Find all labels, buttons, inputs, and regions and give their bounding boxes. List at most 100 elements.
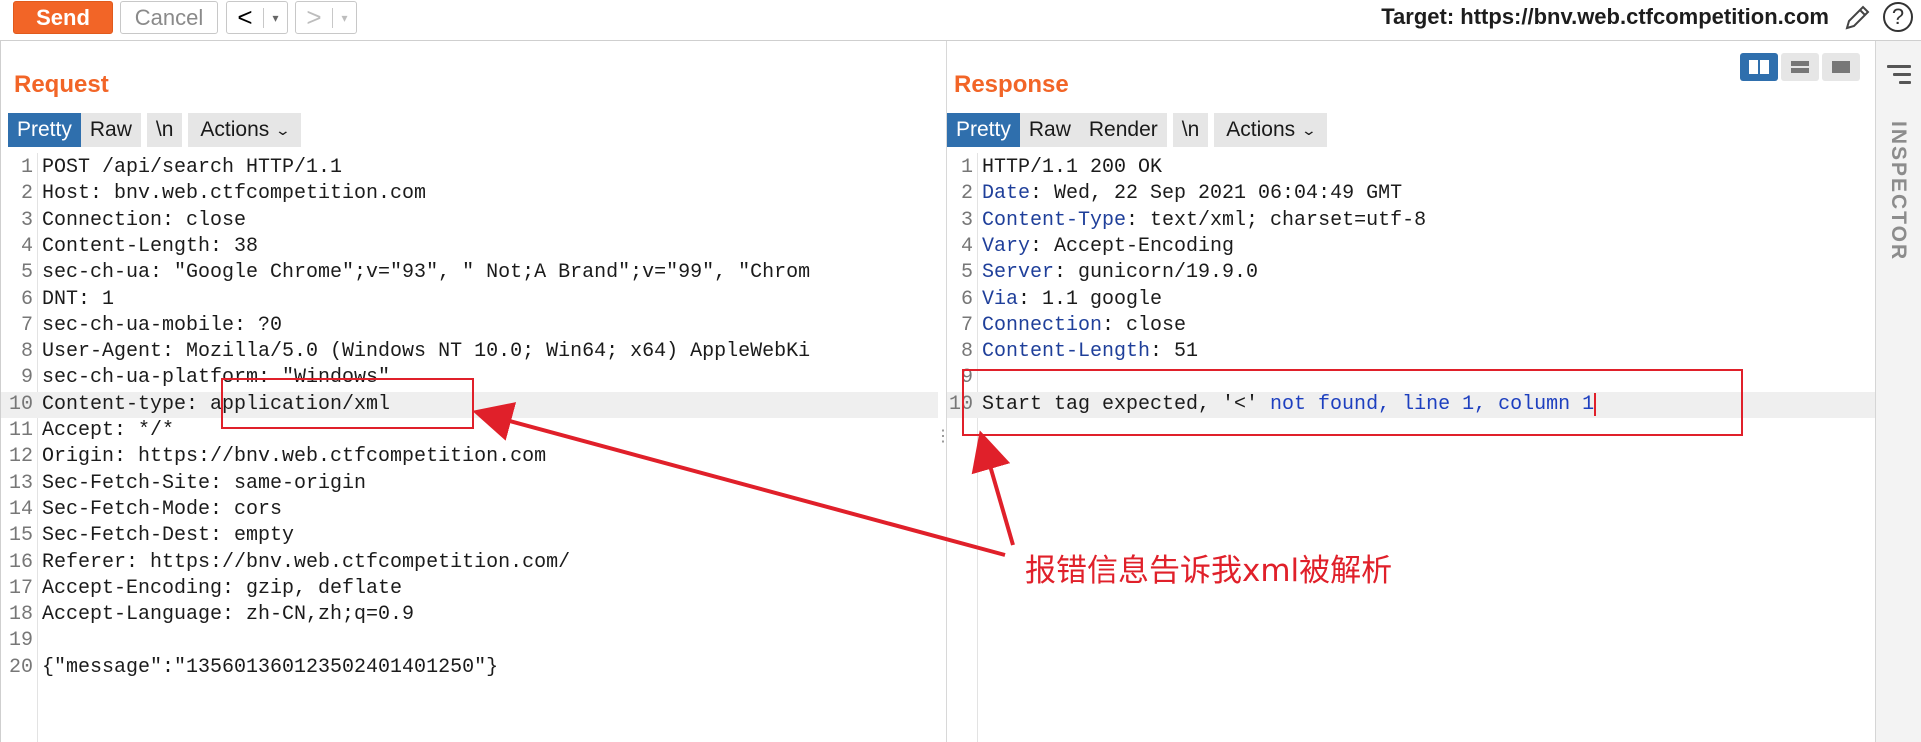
line-number: 15 xyxy=(8,524,33,548)
request-tabs: Pretty Raw \n Actions ⌄ xyxy=(8,113,301,147)
code-line: 9 sec-ch-ua-platform: "Windows" xyxy=(1,365,938,391)
chevron-down-icon: ⌄ xyxy=(1300,121,1318,138)
code-text: {"message":"135601360123502401401250"} xyxy=(42,655,499,679)
code-line: 17 Accept-Encoding: gzip, deflate xyxy=(1,576,938,602)
line-number: 20 xyxy=(8,655,33,679)
code-line: 3 Connection: close xyxy=(1,208,938,234)
response-editor[interactable]: 1 HTTP/1.1 200 OK 2 Date: Wed, 22 Sep 2021 … xyxy=(947,153,1876,742)
inspector-sidebar[interactable]: INSPECTOR xyxy=(1875,41,1921,742)
header-value: : Accept-Encoding xyxy=(1030,234,1235,258)
header-value: : close xyxy=(1102,313,1187,337)
tab-render[interactable]: Render xyxy=(1079,113,1167,147)
inspector-label: INSPECTOR xyxy=(1887,121,1910,262)
request-editor[interactable]: 1 POST /api/search HTTP/1.1 2 Host: bnv.web… xyxy=(1,153,938,742)
pencil-icon[interactable] xyxy=(1841,2,1873,34)
single-pane-icon[interactable] xyxy=(1822,53,1860,81)
forward-button[interactable]: > ▾ xyxy=(295,1,357,34)
line-number: 4 xyxy=(960,234,973,258)
menu-icon[interactable] xyxy=(1887,65,1911,89)
error-text-keyword: not found, line 1, column xyxy=(1270,392,1583,416)
code-line: 10 Content-type: application/xml xyxy=(1,391,938,418)
tab-newline[interactable]: \n xyxy=(1172,113,1209,147)
splitter-handle-icon[interactable]: ⋮ xyxy=(935,429,951,445)
code-text: HTTP/1.1 200 OK xyxy=(982,155,1162,181)
line-number: 9 xyxy=(20,366,33,390)
line-number: 1 xyxy=(20,156,33,179)
line-number: 18 xyxy=(8,603,33,627)
forward-arrow-icon: > xyxy=(306,2,322,32)
tab-pretty[interactable]: Pretty xyxy=(8,113,81,147)
cancel-button[interactable]: Cancel xyxy=(120,1,218,34)
annotation-text: 报错信息告诉我xml被解析 xyxy=(1025,553,1393,589)
line-number: 10 xyxy=(8,392,33,416)
code-text: User-Agent: Mozilla/5.0 (Windows NT 10.0… xyxy=(42,340,811,364)
code-line: 5 sec-ch-ua: "Google Chrome";v="93", " No… xyxy=(1,260,938,286)
code-line: 3 Content-Type: text/xml; charset=utf-8 xyxy=(947,208,1876,234)
code-text: DNT: 1 xyxy=(42,287,115,311)
code-line: 4 Content-Length: 38 xyxy=(1,234,938,260)
header-key: Vary xyxy=(982,234,1031,258)
header-key: Server xyxy=(982,261,1055,285)
header-value: : text/xml; charset=utf-8 xyxy=(1126,208,1427,232)
line-number: 6 xyxy=(960,287,973,311)
code-text: Date: Wed, 22 Sep 2021 06:04:49 GMT xyxy=(982,181,1402,207)
code-line: 1 POST /api/search HTTP/1.1 xyxy=(1,155,938,181)
code-line: 1 HTTP/1.1 200 OK xyxy=(947,155,1876,181)
header-value: : Wed, 22 Sep 2021 06:04:49 GMT xyxy=(1030,182,1403,206)
line-number: 11 xyxy=(8,419,33,442)
code-text: Content-type: application/xml xyxy=(42,392,391,416)
chevron-down-icon: ⌄ xyxy=(274,121,292,138)
header-key: Content-Length xyxy=(982,340,1151,364)
code-line: 10 Start tag expected, '<' not found, lin… xyxy=(947,391,1876,418)
back-dropdown-icon[interactable]: ▾ xyxy=(264,11,287,25)
actions-dropdown[interactable]: Actions ⌄ xyxy=(188,113,301,147)
line-number: 16 xyxy=(8,550,33,574)
send-button[interactable]: Send xyxy=(13,1,113,34)
toolbar: Send Cancel < ▾ > ▾ Target: https://bnv.… xyxy=(0,0,1921,41)
code-line: 14 Sec-Fetch-Mode: cors xyxy=(1,497,938,523)
code-text: Host: bnv.web.ctfcompetition.com xyxy=(42,182,427,206)
code-line: 11 Accept: */* xyxy=(1,418,938,444)
line-number: 3 xyxy=(960,208,973,232)
request-title: Request xyxy=(14,71,109,98)
actions-dropdown[interactable]: Actions ⌄ xyxy=(1214,113,1327,147)
code-text: Connection: close xyxy=(982,313,1186,339)
line-number: 3 xyxy=(20,208,33,232)
tab-pretty[interactable]: Pretty xyxy=(947,113,1020,147)
tab-raw[interactable]: Raw xyxy=(1019,113,1080,147)
help-icon[interactable]: ? xyxy=(1883,2,1913,32)
code-line: 13 Sec-Fetch-Site: same-origin xyxy=(1,471,938,497)
line-number: 19 xyxy=(8,629,33,653)
response-panel: Response Pretty Raw Render \n Actions ⌄ 1… xyxy=(946,41,1876,742)
layout-toggle xyxy=(1740,53,1860,81)
line-number: 8 xyxy=(20,340,33,364)
line-number: 2 xyxy=(960,182,973,206)
line-number: 17 xyxy=(8,576,33,600)
request-panel: Request Pretty Raw \n Actions ⌄ 1 POST /ap… xyxy=(0,41,938,742)
code-text: Content-Length: 38 xyxy=(42,234,259,258)
header-key: Date xyxy=(982,182,1031,206)
code-line: 2 Host: bnv.web.ctfcompetition.com xyxy=(1,181,938,207)
line-number: 5 xyxy=(20,261,33,285)
forward-dropdown-icon[interactable]: ▾ xyxy=(333,11,356,25)
line-number: 4 xyxy=(20,234,33,258)
split-rows-icon[interactable] xyxy=(1781,53,1819,81)
line-number: 9 xyxy=(960,366,973,390)
header-value: HTTP/1.1 200 OK xyxy=(982,156,1163,179)
header-value: : gunicorn/19.9.0 xyxy=(1054,261,1259,285)
code-line: 8 Content-Length: 51 xyxy=(947,339,1876,365)
split-columns-icon[interactable] xyxy=(1740,53,1778,81)
error-text: Start tag expected, '<' xyxy=(982,392,1271,416)
header-value: : 1.1 google xyxy=(1018,287,1163,311)
tab-newline[interactable]: \n xyxy=(146,113,183,147)
line-number: 2 xyxy=(20,182,33,206)
code-text: Content-Type: text/xml; charset=utf-8 xyxy=(982,208,1426,234)
code-text: Origin: https://bnv.web.ctfcompetition.c… xyxy=(42,445,547,469)
header-key: Content-Type xyxy=(982,208,1127,232)
response-tabs: Pretty Raw Render \n Actions ⌄ xyxy=(947,113,1327,147)
code-text: Referer: https://bnv.web.ctfcompetition.… xyxy=(42,550,571,574)
code-text: Content-Length: 51 xyxy=(982,339,1198,365)
code-line: 5 Server: gunicorn/19.9.0 xyxy=(947,260,1876,286)
tab-raw[interactable]: Raw xyxy=(80,113,141,147)
back-button[interactable]: < ▾ xyxy=(226,1,288,34)
